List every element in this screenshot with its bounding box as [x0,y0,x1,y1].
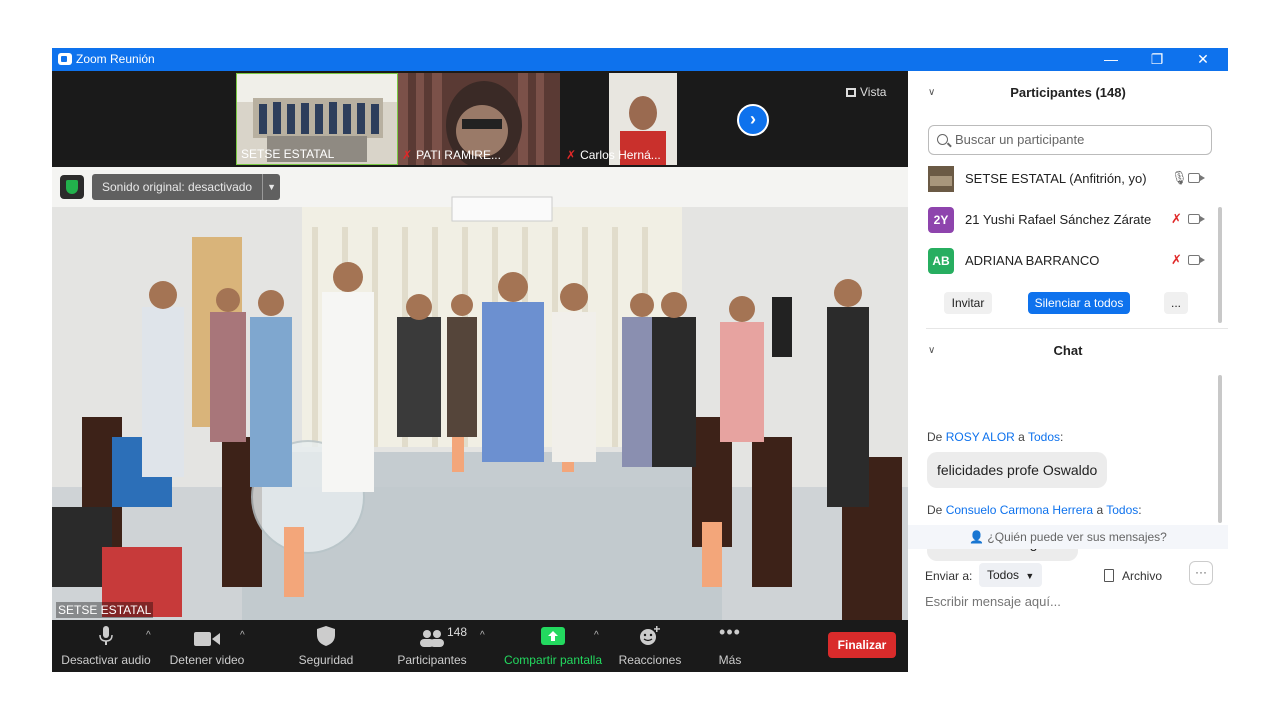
more-button[interactable]: ••• Más [706,620,754,672]
reactions-emoji-icon [640,626,660,645]
mute-all-button[interactable]: Silenciar a todos [1028,292,1130,314]
muted-mic-icon: ✗ [566,148,577,162]
chat-recipient[interactable]: Todos [1106,503,1138,517]
file-icon [1104,569,1114,582]
participants-count: 148 [447,625,468,639]
collapse-chevron-icon[interactable]: ∨ [928,329,935,373]
video-options-caret-icon[interactable]: ^ [240,630,245,641]
main-video-feed [52,167,908,620]
send-to-dropdown[interactable]: Todos ▼ [979,563,1043,587]
more-options-button[interactable]: ... [1164,292,1188,314]
minimize-button[interactable]: — [1088,48,1134,71]
collapse-chevron-icon[interactable]: ∨ [928,71,935,115]
side-panel: ∨ Participantes (148) Buscar un particip… [908,71,1228,672]
video-area: SETSE ESTATAL ✗ PATI RAMIRE... ✗ Carlos … [52,71,908,672]
thumbnail-name: ✗ PATI RAMIRE... [402,148,501,162]
chat-more-button[interactable]: ··· [1189,561,1213,585]
mute-audio-button[interactable]: ^ Desactivar audio [60,620,152,672]
muted-mic-icon[interactable]: ✗ [1171,252,1182,268]
meeting-toolbar: ^ Desactivar audio ^ Detener video Segur… [52,620,908,672]
participants-icon [420,630,444,647]
participant-row[interactable]: SETSE ESTATAL (Anfitrión, yo) 🎙 [926,164,1206,194]
chat-sender[interactable]: Consuelo Carmona Herrera [946,503,1093,517]
chat-message: felicidades profe Oswaldo [927,452,1108,488]
camera-icon[interactable] [1188,214,1205,224]
stop-video-button[interactable]: ^ Detener video [162,620,252,672]
search-icon [937,134,948,145]
microphone-icon [99,626,113,645]
camera-icon[interactable] [1188,173,1205,183]
next-page-arrow-icon[interactable]: › [737,104,769,136]
thumbnail-strip: SETSE ESTATAL ✗ PATI RAMIRE... ✗ Carlos … [52,71,908,167]
close-button[interactable]: ✕ [1180,48,1226,71]
muted-mic-icon: ✗ [402,148,413,162]
avatar: 2Y [928,207,954,233]
privacy-note[interactable]: 👤 ¿Quién puede ver sus mensajes? [908,525,1228,549]
thumbnail-pati[interactable]: ✗ PATI RAMIRE... [398,73,560,165]
thumbnail-name: SETSE ESTATAL [241,147,335,161]
person-lock-icon: 👤 [969,530,985,544]
participants-scrollbar[interactable] [1218,207,1222,323]
more-dots-icon: ••• [719,622,741,642]
avatar: AB [928,248,954,274]
participants-header: ∨ Participantes (148) [908,71,1228,115]
maximize-button[interactable]: ❐ [1134,48,1180,71]
zoom-window: Zoom Reunión — ❐ ✕ SETSE ESTATAL ✗ PATI … [52,48,1228,672]
chat-message-header: De Consuelo Carmona Herrera a Todos: [927,503,1142,517]
camera-icon[interactable] [1188,255,1205,265]
thumbnail-setse[interactable]: SETSE ESTATAL [236,73,398,165]
thumbnail-carlos[interactable]: ✗ Carlos Herná... [562,73,724,165]
title-bar: Zoom Reunión — ❐ ✕ [52,48,1228,71]
share-options-caret-icon[interactable]: ^ [594,630,599,641]
security-shield-icon [317,626,335,646]
chat-message-input[interactable] [925,594,1205,609]
chat-recipient[interactable]: Todos [1028,430,1060,444]
participants-button[interactable]: 148 ^ Participantes [392,620,484,672]
security-button[interactable]: Seguridad [292,620,360,672]
video-camera-icon [194,632,220,646]
original-sound-toggle[interactable]: Sonido original: desactivado ▼ [92,174,281,200]
search-participant-input[interactable]: Buscar un participante [928,125,1212,155]
encryption-shield-icon[interactable] [60,175,84,199]
audio-options-caret-icon[interactable]: ^ [146,630,151,641]
participant-row[interactable]: AB ADRIANA BARRANCO ✗ [926,246,1206,276]
active-speaker-name: SETSE ESTATAL [56,602,154,618]
share-screen-button[interactable]: ^ Compartir pantalla [500,620,606,672]
window-title: Zoom Reunión [76,52,155,66]
chat-sender[interactable]: ROSY ALOR [946,430,1015,444]
chat-header: ∨ Chat [908,329,1228,373]
chat-message-header: De ROSY ALOR a Todos: [927,430,1064,444]
muted-mic-icon[interactable]: ✗ [1171,211,1182,227]
microphone-icon[interactable]: 🎙 [1171,170,1188,186]
main-video: Sonido original: desactivado ▼ SETSE EST… [52,167,908,620]
dropdown-caret-icon[interactable]: ▼ [262,174,280,200]
view-button[interactable]: Vista [846,81,902,103]
chevron-down-icon: ▼ [1025,571,1035,581]
send-to-label: Enviar a: [925,569,973,583]
file-button[interactable]: Archivo [1104,569,1162,583]
end-meeting-button[interactable]: Finalizar [828,632,896,658]
zoom-logo-icon [58,53,72,65]
avatar-photo [928,166,954,192]
participants-options-caret-icon[interactable]: ^ [480,630,485,641]
chat-scrollbar[interactable] [1218,375,1222,523]
avatar [928,166,954,192]
participant-row[interactable]: 2Y 21 Yushi Rafael Sánchez Zárate ✗ [926,205,1206,235]
thumbnail-name: ✗ Carlos Herná... [566,148,661,162]
invite-button[interactable]: Invitar [944,292,992,314]
share-screen-icon [541,627,565,645]
grid-view-icon [846,88,856,97]
reactions-button[interactable]: Reacciones [616,620,684,672]
